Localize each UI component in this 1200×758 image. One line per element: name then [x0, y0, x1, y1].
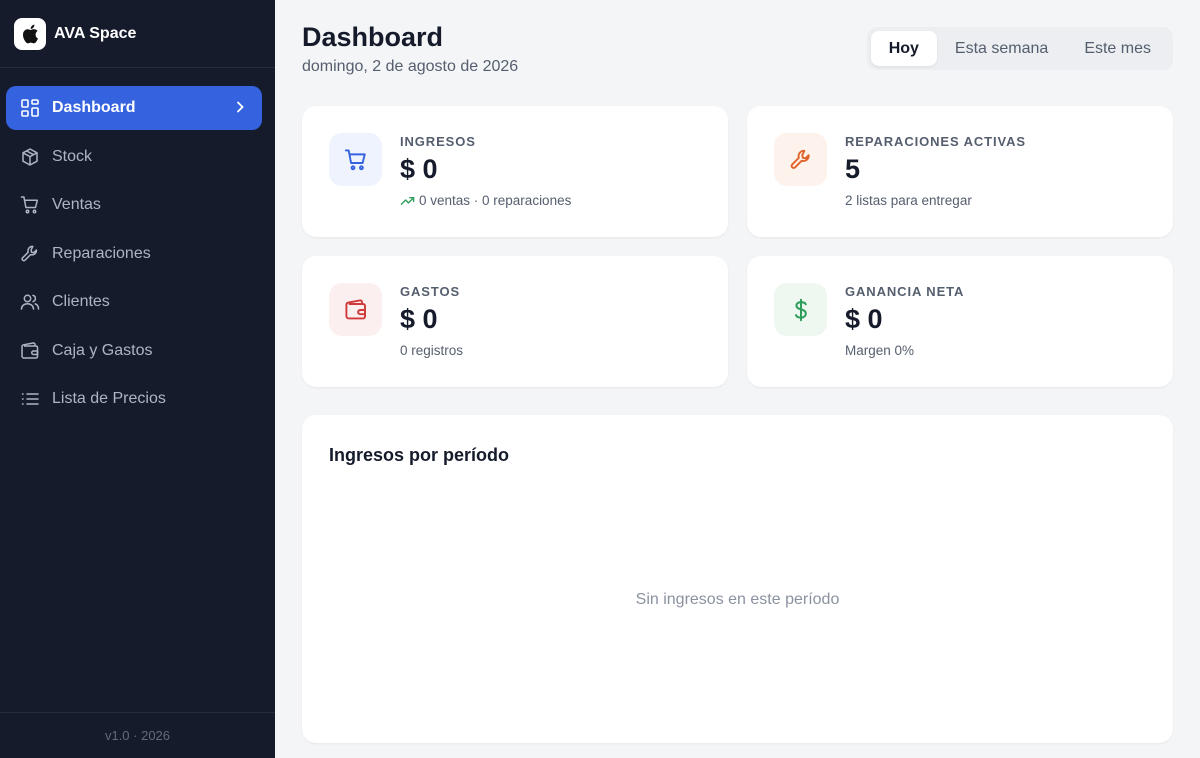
stat-label: GANANCIA NETA: [845, 284, 965, 299]
trending-up-icon: [400, 193, 415, 208]
dashboard-icon: [20, 98, 40, 118]
period-selector: Hoy Esta semana Este mes: [866, 27, 1173, 70]
sidebar-item-stock[interactable]: Stock: [6, 135, 262, 179]
stat-label: REPARACIONES ACTIVAS: [845, 134, 1026, 149]
sidebar-item-label: Caja y Gastos: [52, 341, 153, 359]
apple-logo-icon: [14, 17, 46, 50]
sidebar-item-label: Ventas: [52, 196, 101, 213]
dollar-icon: [774, 283, 827, 336]
sidebar-item-label: Clientes: [52, 293, 110, 310]
main-content: Dashboard domingo, 2 de agosto de 2026 H…: [275, 0, 1200, 758]
stat-label: INGRESOS: [400, 134, 476, 149]
wallet-icon: [329, 283, 382, 336]
period-hoy-button[interactable]: Hoy: [870, 31, 937, 66]
cart-icon: [329, 133, 382, 186]
stat-subtext: 0 registros: [400, 343, 464, 358]
sidebar-item-label: Stock: [52, 147, 93, 165]
sidebar-item-clientes[interactable]: Clientes: [6, 280, 262, 324]
page-title: Dashboard: [302, 22, 444, 52]
stat-subtext: Margen 0%: [845, 343, 915, 358]
chevron-right-icon: [232, 99, 248, 120]
sidebar-nav: Dashboard Stock Ventas Reparaciones Clie…: [0, 68, 275, 712]
box-icon: [20, 147, 40, 167]
stat-card-reparaciones: REPARACIONES ACTIVAS 5 2 listas para ent…: [747, 106, 1173, 237]
stat-value: $ 0: [400, 304, 438, 334]
stat-value: 5: [845, 154, 861, 184]
stat-card-gastos: GASTOS $ 0 0 registros: [302, 256, 728, 387]
ingresos-panel: Ingresos por período Sin ingresos en est…: [302, 415, 1173, 743]
sidebar: AVA Space Dashboard Stock Ventas Reparac…: [0, 0, 275, 758]
sidebar-item-label: Lista de Precios: [52, 390, 166, 407]
stat-subtext: 2 listas para entregar: [845, 193, 972, 208]
stat-card-ingresos: INGRESOS $ 0 0 ventas · 0 reparaciones: [302, 106, 728, 237]
sidebar-item-label: Reparaciones: [52, 244, 151, 262]
users-icon: [20, 292, 40, 312]
stat-subtext-text: 0 ventas · 0 reparaciones: [419, 193, 572, 208]
empty-state-text: Sin ingresos en este período: [635, 591, 840, 608]
panel-title: Ingresos por período: [329, 445, 510, 465]
page-date: domingo, 2 de agosto de 2026: [302, 58, 519, 75]
wallet-icon: [20, 341, 40, 361]
stat-value: $ 0: [400, 154, 438, 184]
sidebar-item-reparaciones[interactable]: Reparaciones: [6, 232, 262, 276]
stat-label: GASTOS: [400, 284, 461, 299]
period-semana-button[interactable]: Esta semana: [937, 31, 1066, 66]
cart-icon: [20, 195, 40, 215]
period-mes-button[interactable]: Este mes: [1066, 31, 1169, 66]
wrench-icon: [20, 244, 40, 264]
page-header: Dashboard domingo, 2 de agosto de 2026 H…: [302, 0, 1173, 106]
wrench-icon: [774, 133, 827, 186]
sidebar-item-ventas[interactable]: Ventas: [6, 183, 262, 227]
stat-subtext: 0 ventas · 0 reparaciones: [400, 193, 571, 208]
sidebar-item-caja-gastos[interactable]: Caja y Gastos: [6, 329, 262, 373]
brand-name: AVA Space: [54, 24, 137, 42]
sidebar-item-lista-precios[interactable]: Lista de Precios: [6, 377, 262, 421]
list-icon: [20, 389, 40, 409]
stat-card-ganancia: GANANCIA NETA $ 0 Margen 0%: [747, 256, 1173, 387]
stats-grid: INGRESOS $ 0 0 ventas · 0 reparaciones R…: [302, 106, 1173, 387]
brand: AVA Space: [0, 0, 275, 68]
sidebar-item-dashboard[interactable]: Dashboard: [6, 86, 262, 130]
version-label: v1.0 · 2026: [0, 712, 275, 758]
stat-value: $ 0: [845, 304, 883, 334]
sidebar-item-label: Dashboard: [52, 99, 136, 116]
